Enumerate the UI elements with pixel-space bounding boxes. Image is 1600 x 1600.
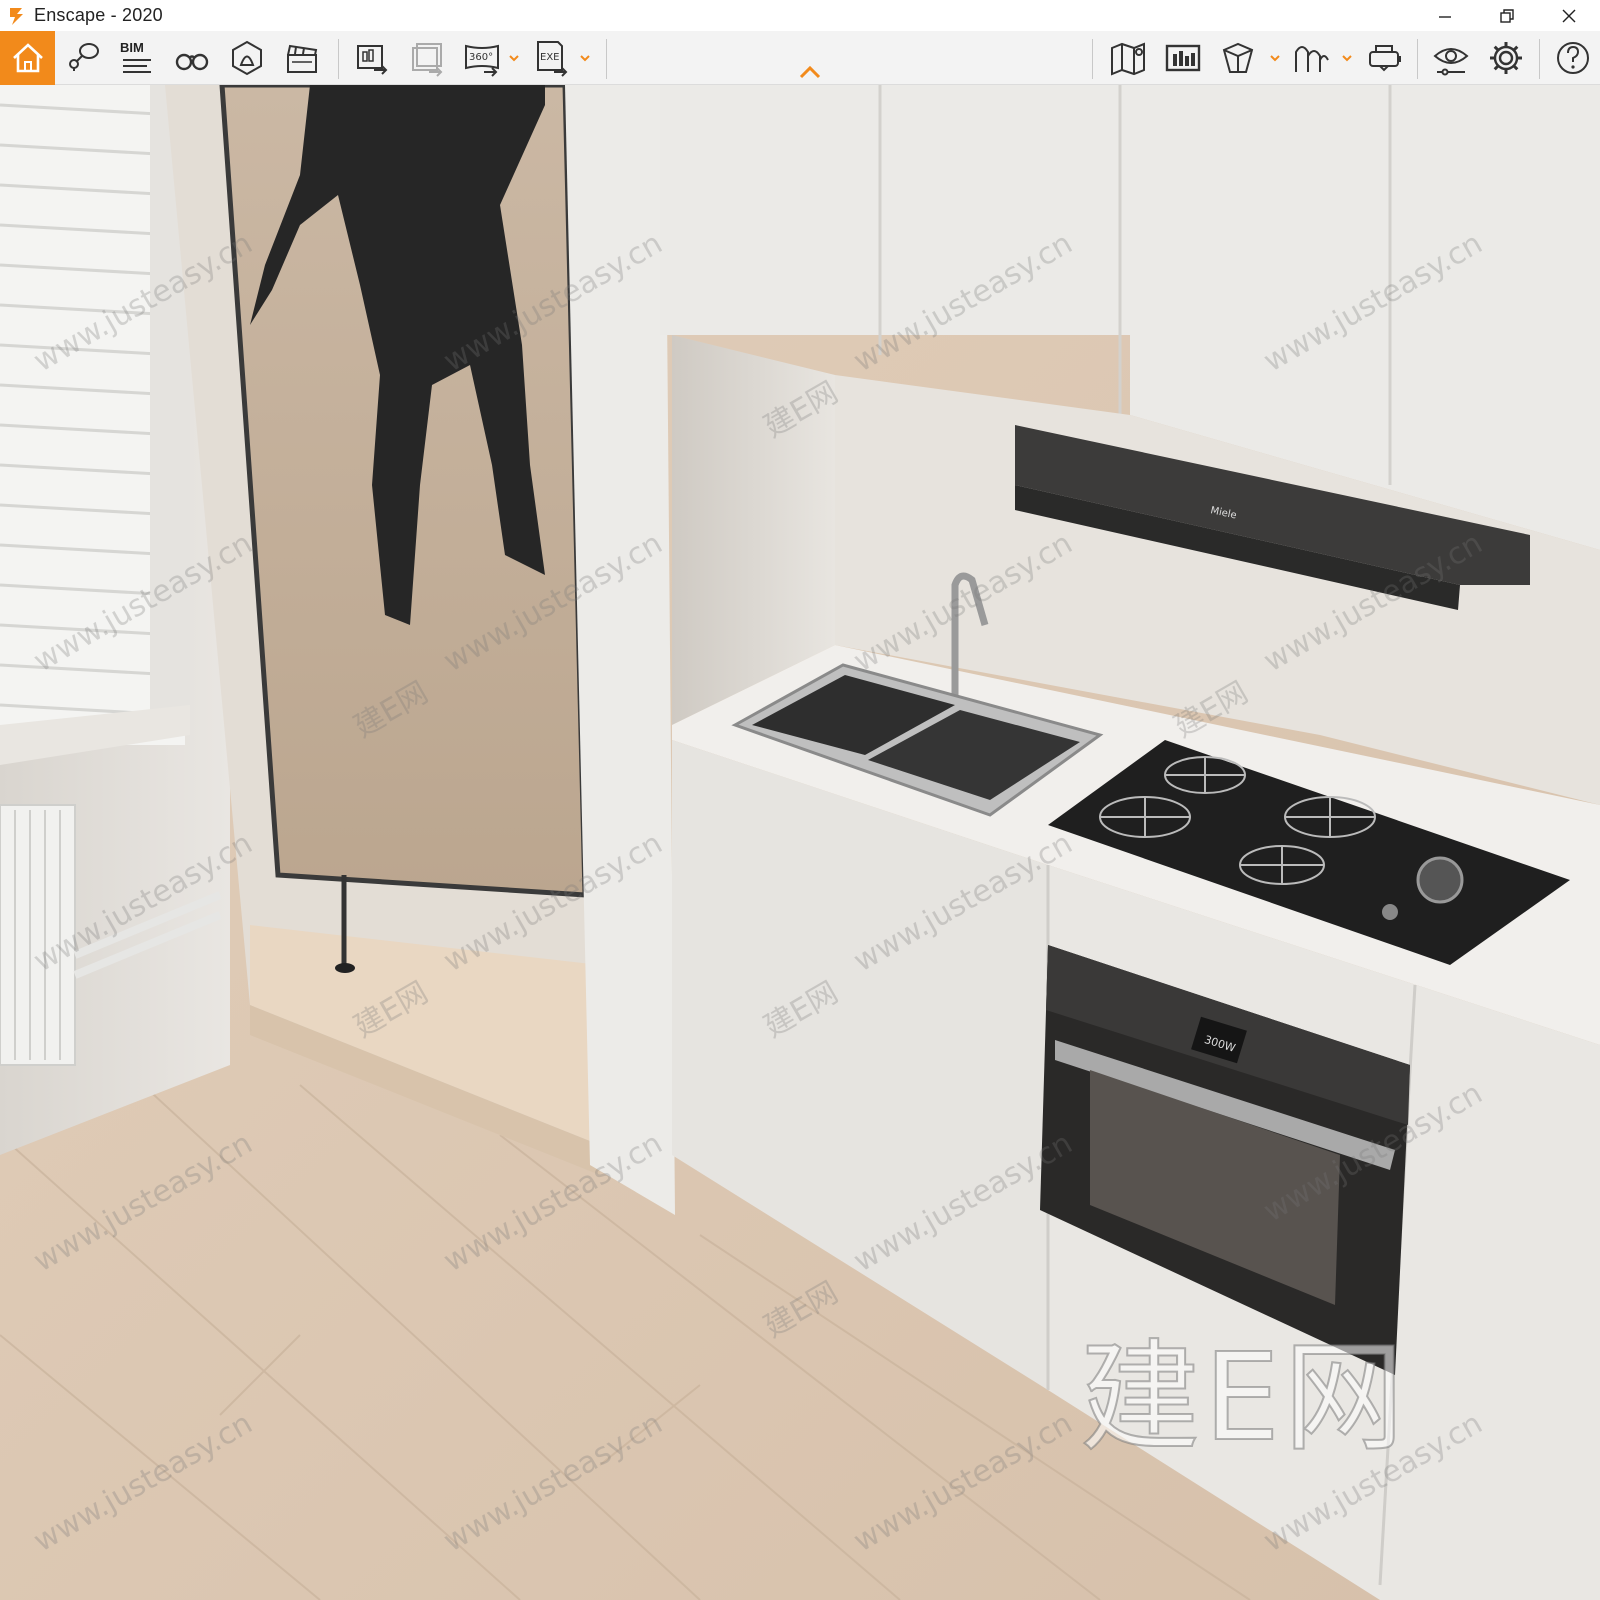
help-icon <box>1557 42 1589 74</box>
exe-label: EXE <box>540 52 560 63</box>
map-button[interactable] <box>1104 34 1152 82</box>
panorama-360-button[interactable]: 360° <box>458 34 506 82</box>
light-view-button[interactable] <box>1288 34 1336 82</box>
panorama-export-icon <box>412 43 443 77</box>
chevron-down-icon[interactable] <box>507 51 521 65</box>
window-title: Enscape - 2020 <box>34 5 163 25</box>
toolbar-separator <box>1539 39 1540 79</box>
section-button[interactable] <box>1214 34 1262 82</box>
video-editor-button[interactable] <box>278 34 326 82</box>
chevron-down-icon[interactable] <box>578 51 592 65</box>
light-view-icon <box>1295 46 1329 72</box>
cube-icon <box>1222 42 1254 73</box>
main-toolbar: BIM 360° EXE <box>0 31 1600 85</box>
home-button[interactable] <box>0 31 55 85</box>
location-pin-icon <box>69 43 99 71</box>
panorama-360-label: 360° <box>469 52 493 63</box>
asset-library-icon <box>232 40 262 76</box>
settings-button[interactable] <box>1482 34 1530 82</box>
toolbar-separator <box>338 39 339 79</box>
asset-library-button[interactable] <box>223 34 271 82</box>
brand-watermark: 建E网 <box>1079 1328 1408 1469</box>
panorama-export-button[interactable] <box>403 34 451 82</box>
views-button[interactable] <box>58 34 106 82</box>
panorama-360-icon: 360° <box>465 44 499 77</box>
window-controls <box>1414 0 1600 31</box>
help-button[interactable] <box>1549 34 1597 82</box>
render-viewport[interactable]: Miele 300W 建E网 www.justeasy.cn www.juste… <box>0 85 1600 1600</box>
title-bar: Enscape - 2020 <box>0 0 1600 31</box>
fly-mode-button[interactable] <box>168 34 216 82</box>
map-icon <box>1111 42 1145 76</box>
close-icon <box>1562 9 1576 22</box>
enscape-logo-icon <box>10 7 23 25</box>
bim-label: BIM <box>120 40 144 55</box>
toolbar-separator <box>1417 39 1418 79</box>
vr-button[interactable] <box>1360 34 1408 82</box>
gallery-button[interactable] <box>1159 34 1207 82</box>
restore-button[interactable] <box>1476 0 1538 31</box>
batch-render-icon <box>357 45 388 75</box>
eye-settings-icon <box>1433 48 1469 76</box>
visual-settings-button[interactable] <box>1427 34 1475 82</box>
close-button[interactable] <box>1538 0 1600 31</box>
restore-icon <box>1500 8 1514 23</box>
home-icon <box>12 43 43 73</box>
gallery-icon <box>1165 44 1201 72</box>
minimize-icon <box>1439 15 1451 18</box>
gear-icon <box>1490 42 1522 74</box>
chevron-down-icon[interactable] <box>1268 51 1282 65</box>
batch-render-button[interactable] <box>348 34 396 82</box>
chevron-down-icon[interactable] <box>1340 51 1354 65</box>
exe-export-button[interactable]: EXE <box>528 34 576 82</box>
toolbar-separator <box>1092 39 1093 79</box>
exe-export-icon: EXE <box>537 41 568 77</box>
clapperboard-icon <box>287 44 318 73</box>
chevron-up-icon[interactable] <box>798 65 822 79</box>
vr-headset-icon <box>1369 45 1401 72</box>
binoculars-icon <box>175 53 209 71</box>
minimize-button[interactable] <box>1414 0 1476 31</box>
toolbar-separator <box>606 39 607 79</box>
